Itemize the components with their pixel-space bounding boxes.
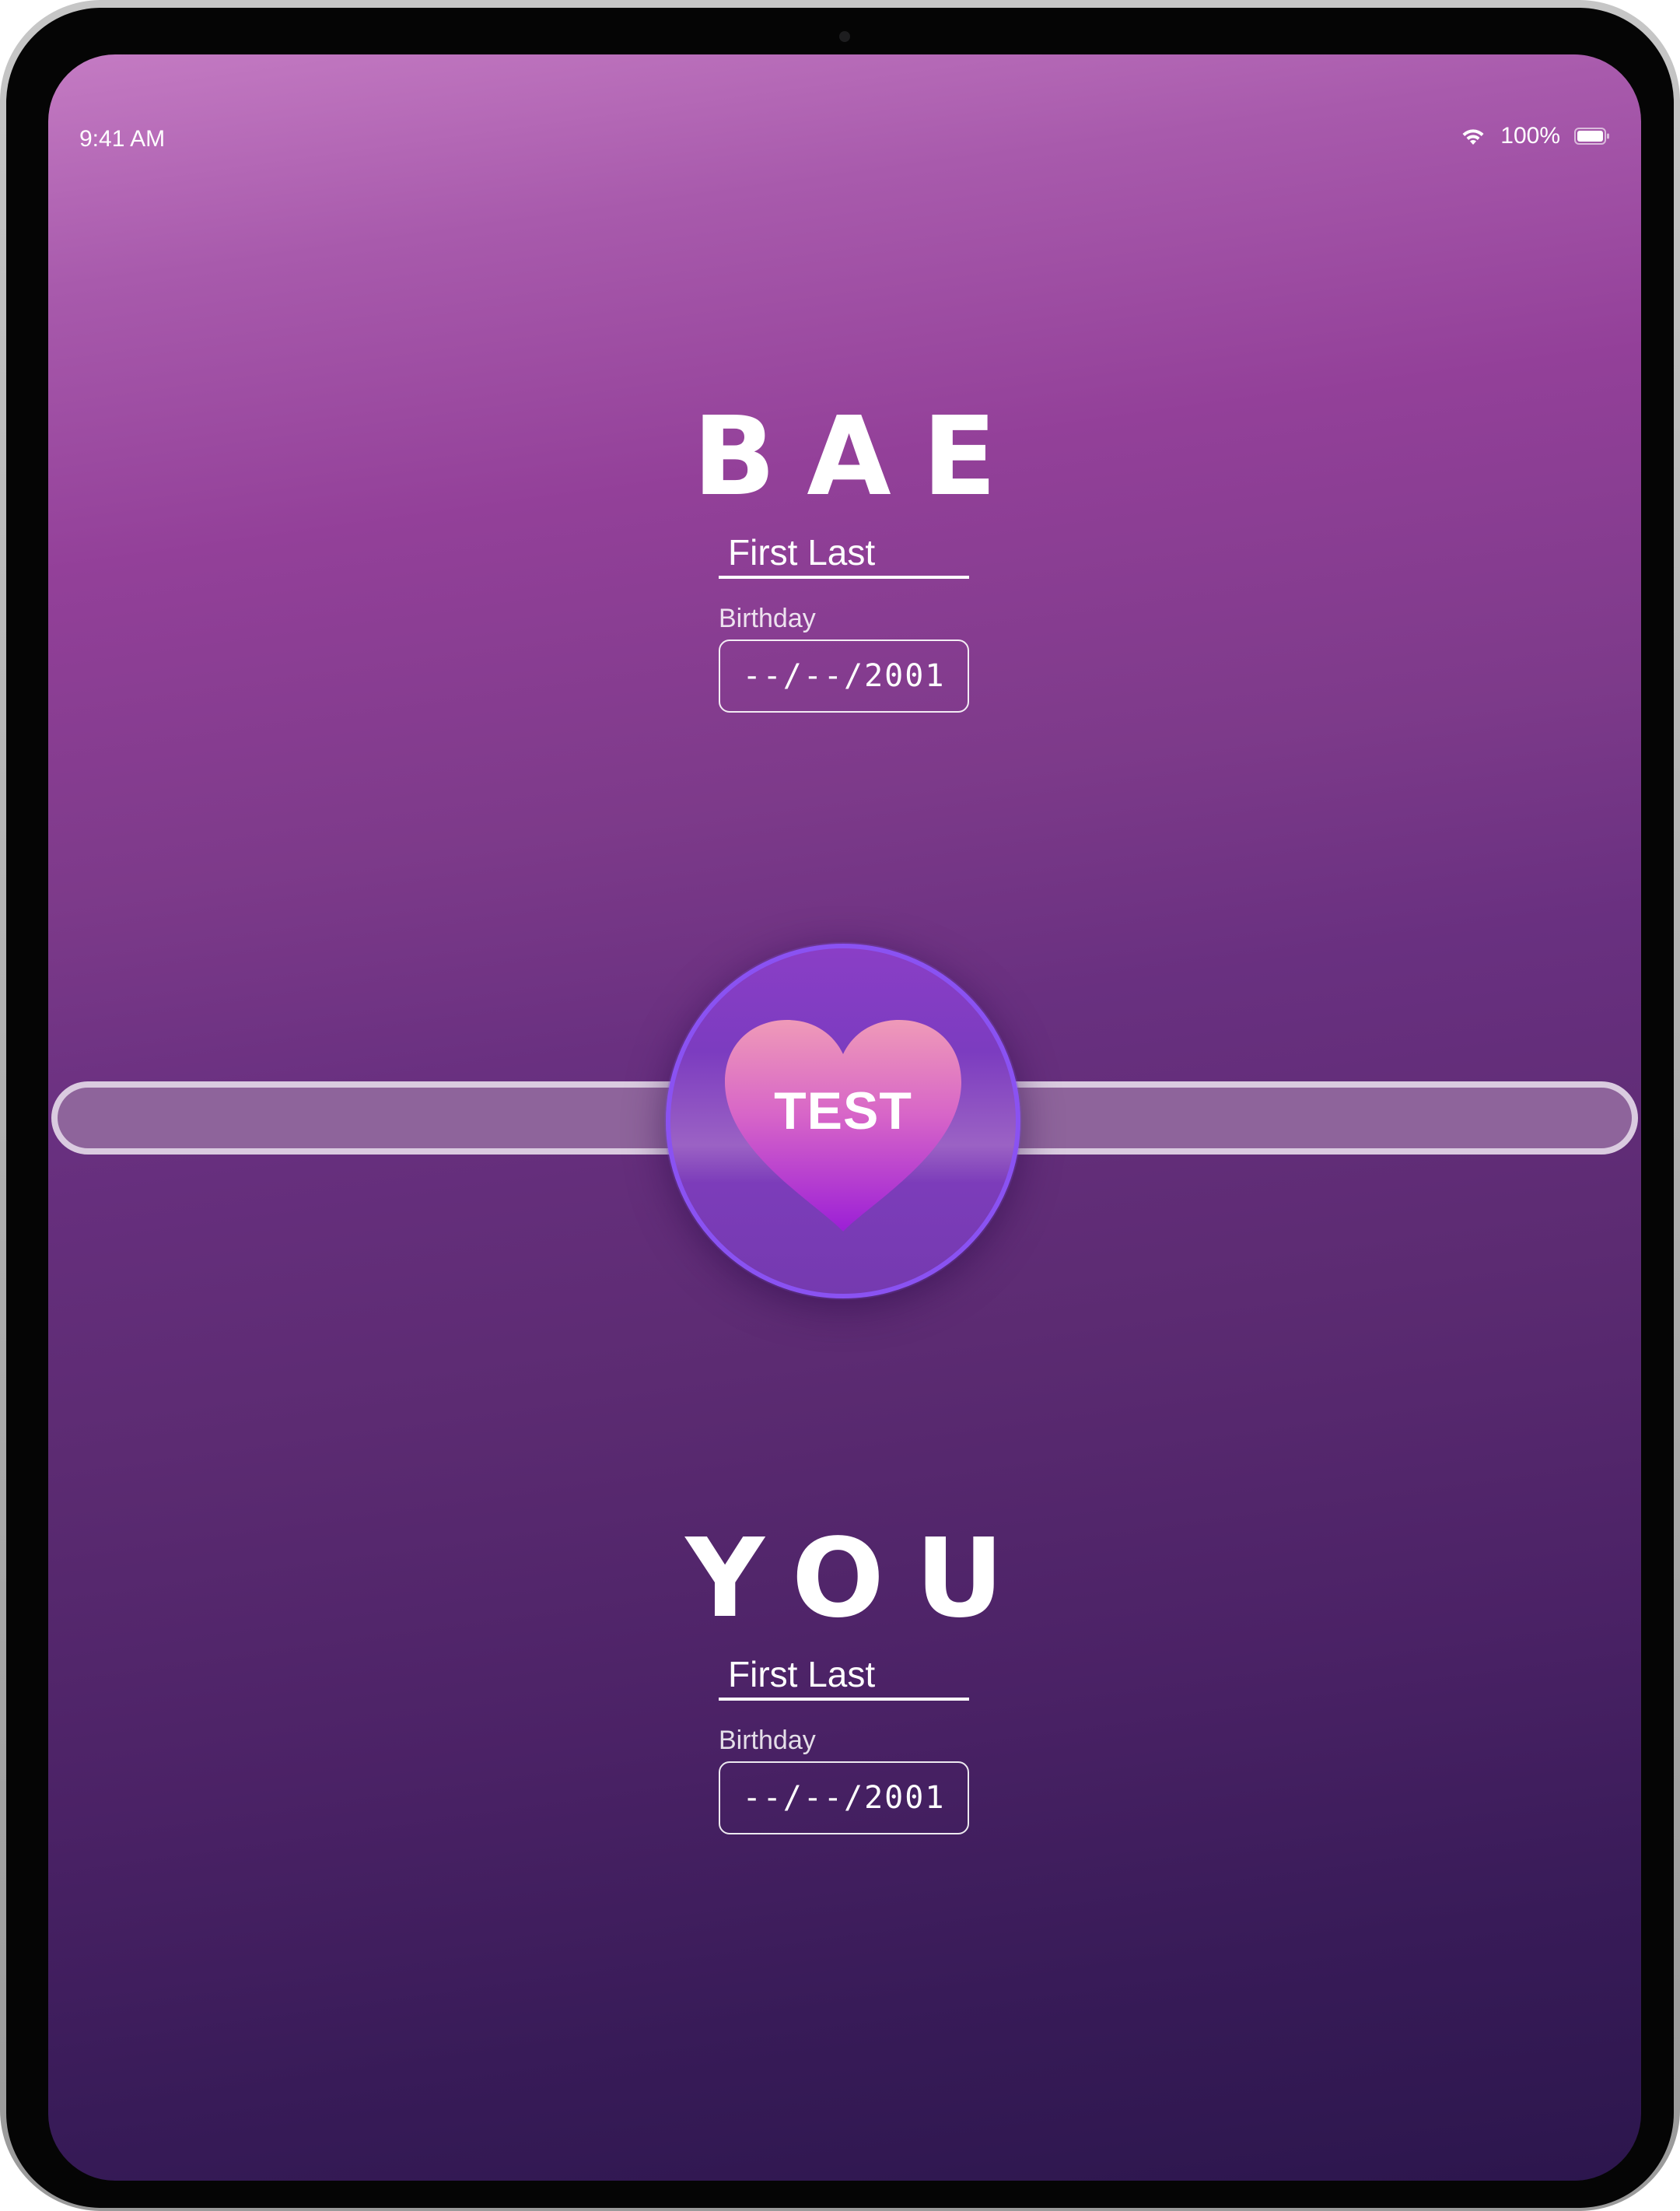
app-screen: 9:41 AM 100% BAE First Last Birthday --/… [48, 54, 1641, 2181]
tablet-device-frame: 9:41 AM 100% BAE First Last Birthday --/… [0, 0, 1680, 2211]
you-title: YOU [685, 1515, 1035, 1642]
bae-name-input[interactable]: First Last [719, 529, 969, 579]
test-button[interactable]: TEST [666, 944, 1020, 1298]
bae-birthday-input[interactable]: --/--/2001 [719, 639, 969, 713]
you-birthday-input[interactable]: --/--/2001 [719, 1761, 969, 1834]
battery-percentage: 100% [1500, 123, 1560, 149]
bae-title: BAE [692, 394, 1028, 520]
status-time: 9:41 AM [79, 126, 166, 152]
you-name-input[interactable]: First Last [719, 1651, 969, 1701]
front-camera [839, 31, 850, 42]
you-birthday-label: Birthday [719, 1726, 816, 1755]
test-button-label: TEST [774, 1081, 912, 1141]
device-bezel: 9:41 AM 100% BAE First Last Birthday --/… [6, 8, 1674, 2208]
bae-birthday-label: Birthday [719, 604, 816, 633]
wifi-icon [1460, 126, 1486, 146]
battery-icon [1574, 127, 1610, 145]
status-right: 100% [1460, 123, 1610, 149]
